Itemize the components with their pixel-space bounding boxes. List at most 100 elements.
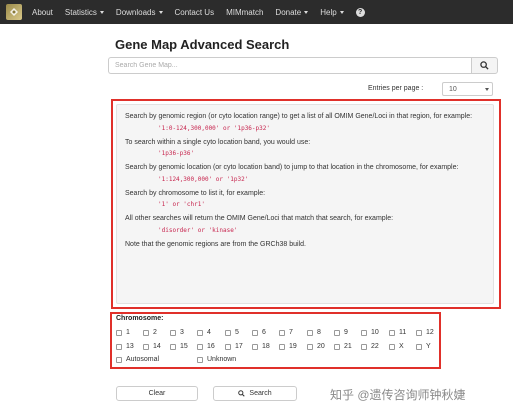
checkbox-label: 5 (235, 329, 239, 336)
help-example: '1p36-p36' (158, 150, 195, 157)
chromosome-checkbox[interactable]: Autosomal (116, 356, 159, 363)
checkbox-box[interactable] (361, 343, 367, 350)
search-button[interactable] (471, 57, 498, 74)
help-text: Search by genomic region (or cyto locati… (125, 113, 473, 120)
question-circle-icon[interactable]: ? (355, 7, 365, 17)
chromosome-checkbox[interactable]: 22 (361, 343, 379, 350)
chromosome-checkbox[interactable]: 18 (252, 343, 270, 350)
chromosome-checkbox[interactable]: 12 (416, 329, 434, 336)
checkbox-label: 9 (344, 329, 348, 336)
chromosome-checkbox[interactable]: 4 (197, 329, 211, 336)
help-text: Note that the genomic regions are from t… (125, 240, 306, 248)
help-example: 'disorder' or 'kinase' (158, 226, 238, 234)
checkbox-box[interactable] (416, 343, 422, 350)
chromosome-checkbox[interactable]: 7 (279, 329, 293, 336)
search-input[interactable] (108, 57, 471, 74)
search-icon (480, 61, 489, 70)
chromosome-checkbox[interactable]: 3 (170, 329, 184, 336)
checkbox-box[interactable] (197, 343, 203, 350)
search-submit-label: Search (249, 390, 272, 397)
chevron-down-icon (304, 10, 309, 14)
help-text: Search by chromosome to list it, for exa… (125, 189, 266, 197)
top-navbar: About Statistics Downloads Contact Us MI… (0, 0, 513, 24)
nav-statistics[interactable]: Statistics (65, 8, 104, 17)
checkbox-box[interactable] (143, 329, 149, 336)
help-example: '1' or 'chr1' (158, 201, 205, 208)
chromosome-checkbox[interactable]: 6 (252, 329, 266, 336)
checkbox-box[interactable] (143, 343, 149, 350)
checkbox-box[interactable] (116, 343, 122, 350)
chevron-down-icon (339, 10, 344, 14)
checkbox-box[interactable] (307, 329, 313, 336)
chromosome-label: Chromosome: (116, 315, 164, 322)
checkbox-box[interactable] (170, 329, 176, 336)
nav-downloads[interactable]: Downloads (116, 8, 163, 17)
checkbox-box[interactable] (279, 329, 285, 336)
checkbox-label: 10 (371, 329, 379, 336)
checkbox-box[interactable] (170, 343, 176, 350)
chromosome-checkbox[interactable]: 16 (197, 343, 215, 350)
chromosome-checkbox[interactable]: 8 (307, 329, 321, 336)
chromosome-checkbox[interactable]: 11 (389, 329, 406, 336)
nav-donate[interactable]: Donate (275, 7, 309, 17)
checkbox-box[interactable] (361, 329, 367, 336)
chromosome-checkbox[interactable]: 10 (361, 329, 379, 336)
chromosome-checkbox[interactable]: 21 (334, 343, 352, 350)
chromosome-checkbox[interactable]: 2 (143, 329, 157, 336)
nav-help[interactable]: Help (320, 7, 344, 17)
chevron-down-icon (158, 10, 163, 14)
chromosome-checkbox[interactable]: 14 (143, 343, 161, 350)
chromosome-checkbox[interactable]: 20 (307, 343, 325, 350)
checkbox-label: 21 (344, 343, 352, 350)
search-icon (238, 390, 246, 397)
checkbox-box[interactable] (252, 329, 258, 336)
checkbox-box[interactable] (334, 329, 340, 336)
checkbox-label: 13 (126, 343, 134, 350)
entries-per-page-select[interactable]: 10 (442, 82, 493, 96)
checkbox-box[interactable] (389, 343, 395, 350)
checkbox-box[interactable] (116, 329, 122, 336)
nav-help-label: Help (320, 7, 337, 17)
help-text: To search within a single cyto location … (125, 138, 311, 146)
chromosome-checkbox[interactable]: 9 (334, 329, 348, 336)
checkbox-box[interactable] (334, 343, 340, 350)
mim-logo-icon[interactable] (6, 4, 22, 20)
checkbox-label: 17 (235, 343, 243, 350)
search-submit-button[interactable]: Search (213, 386, 297, 401)
chromosome-checkbox[interactable]: 19 (279, 343, 297, 350)
checkbox-box[interactable] (197, 329, 203, 336)
chromosome-checkbox[interactable]: Unknown (197, 356, 236, 363)
checkbox-box[interactable] (307, 343, 313, 350)
checkbox-label: 4 (207, 329, 211, 336)
checkbox-box[interactable] (225, 329, 231, 336)
checkbox-label: 14 (153, 343, 161, 350)
chromosome-checkbox[interactable]: Y (416, 343, 431, 350)
help-text: Search by genomic location (or cyto loca… (125, 164, 459, 171)
checkbox-box[interactable] (416, 329, 422, 336)
chromosome-checkbox[interactable]: 1 (116, 329, 130, 336)
clear-button[interactable]: Clear (116, 386, 198, 401)
checkbox-box[interactable] (116, 356, 122, 363)
chromosome-checkbox[interactable]: 15 (170, 343, 188, 350)
checkbox-label: Unknown (207, 356, 237, 363)
chromosome-checkbox[interactable]: X (389, 343, 404, 350)
checkbox-box[interactable] (252, 343, 258, 350)
checkbox-box[interactable] (279, 343, 285, 350)
chromosome-checkbox[interactable]: 17 (225, 343, 243, 350)
checkbox-label: 18 (262, 343, 270, 350)
nav-about[interactable]: About (32, 8, 53, 17)
chromosome-checkbox[interactable]: 13 (116, 343, 134, 350)
checkbox-box[interactable] (389, 329, 395, 336)
nav-mimmatch[interactable]: MIMmatch (226, 8, 263, 17)
checkbox-box[interactable] (225, 343, 231, 350)
nav-contact-us[interactable]: Contact Us (175, 8, 215, 17)
watermark-text: 知乎 @遗传咨询师钟秋婕 (330, 388, 466, 402)
chromosome-checkbox[interactable]: 5 (225, 329, 239, 336)
checkbox-label: 22 (371, 343, 379, 350)
checkbox-label: 16 (207, 343, 215, 350)
checkbox-box[interactable] (197, 356, 203, 363)
nav-mimmatch-label: MIMmatch (226, 7, 264, 17)
nav-donate-label: Donate (275, 7, 302, 17)
entries-per-page-label: Entries per page : (368, 85, 424, 92)
nav-statistics-label: Statistics (64, 7, 97, 17)
